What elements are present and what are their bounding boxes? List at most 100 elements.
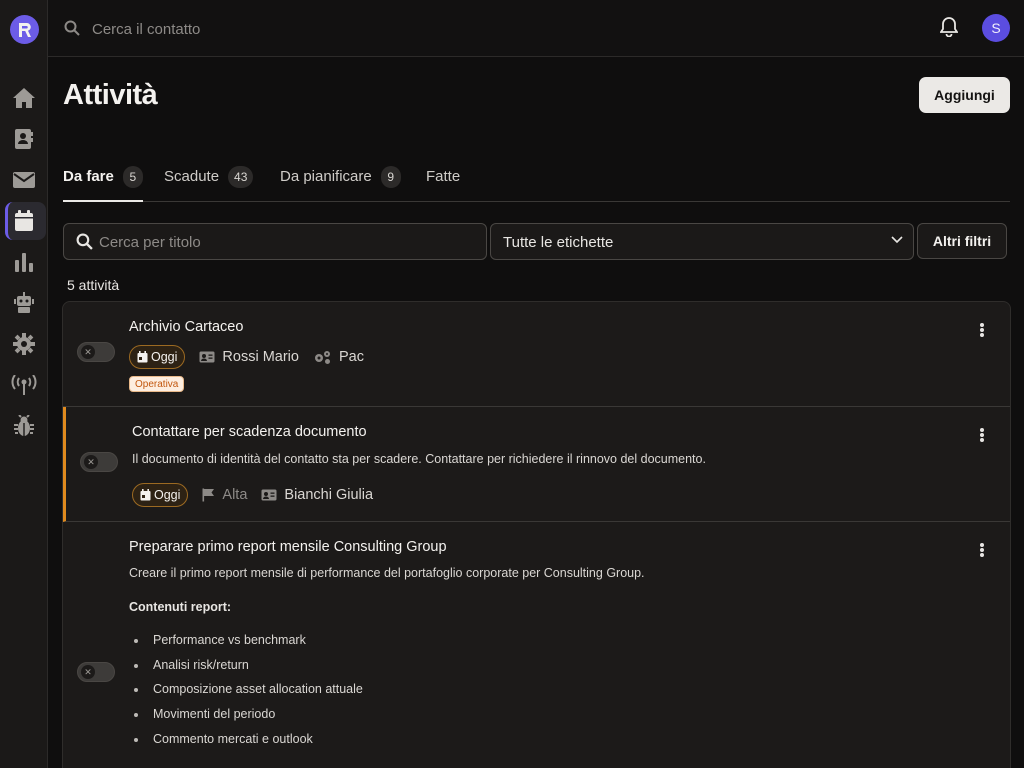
kebab-dot xyxy=(980,548,984,552)
sidebar-item-calendar[interactable] xyxy=(0,202,48,240)
contact-card-icon xyxy=(199,351,215,363)
kebab-dot xyxy=(980,433,984,437)
app-logo[interactable] xyxy=(10,15,39,44)
task-meta: Oggi Alta Bianchi Giulia xyxy=(132,483,373,507)
close-icon: ✕ xyxy=(81,345,95,359)
label-filter-select[interactable]: Tutte le etichette xyxy=(490,223,914,260)
task-complete-toggle[interactable]: ✕ xyxy=(77,342,115,362)
tab-count-badge: 5 xyxy=(122,166,143,188)
label-filter-value: Tutte le etichette xyxy=(503,234,614,251)
chevron-down-icon xyxy=(891,236,903,244)
close-icon: ✕ xyxy=(81,665,95,679)
sidebar-item-mail[interactable] xyxy=(0,161,48,199)
tab-scadute[interactable]: Scadute 43 xyxy=(164,161,254,202)
task-complete-toggle[interactable]: ✕ xyxy=(80,452,118,472)
tab-label: Scadute xyxy=(164,168,220,185)
topbar: S xyxy=(48,0,1024,57)
task-category: Pac xyxy=(313,349,364,365)
page-title: Attività xyxy=(63,79,158,111)
tab-label: Da fare xyxy=(63,168,114,185)
task-menu-button[interactable] xyxy=(977,426,987,444)
task-priority: Alta xyxy=(202,487,247,503)
task-meta: Oggi Rossi Mario Pac xyxy=(129,345,364,369)
sidebar-item-home[interactable] xyxy=(0,79,48,117)
calendar-icon xyxy=(140,489,151,501)
sidebar-item-settings[interactable] xyxy=(0,325,48,363)
kebab-dot xyxy=(980,428,984,432)
contact-name: Rossi Mario xyxy=(222,349,299,365)
list-item: Analisi risk/return xyxy=(129,658,363,683)
task-menu-button[interactable] xyxy=(977,541,987,559)
task-card[interactable]: ✕ Archivio Cartaceo Oggi Rossi Mario Pac xyxy=(63,302,1010,407)
tab-label: Da pianificare xyxy=(280,168,372,185)
task-menu-button[interactable] xyxy=(977,321,987,339)
report-items: Performance vs benchmark Analisi risk/re… xyxy=(129,633,363,756)
task-complete-toggle[interactable]: ✕ xyxy=(77,662,115,682)
sidebar xyxy=(0,0,48,768)
sidebar-item-automation[interactable] xyxy=(0,284,48,322)
kebab-dot xyxy=(980,438,984,442)
list-item: Composizione asset allocation attuale xyxy=(129,682,363,707)
task-description: Il documento di identità del contatto st… xyxy=(132,452,706,466)
task-description: Creare il primo report mensile di perfor… xyxy=(129,566,645,580)
bug-icon xyxy=(14,415,34,436)
tab-da-pianificare[interactable]: Da pianificare 9 xyxy=(280,161,401,202)
priority-label: Alta xyxy=(222,487,248,503)
tab-count-badge: 9 xyxy=(380,166,401,188)
tab-label: Fatte xyxy=(426,168,461,185)
home-icon xyxy=(13,88,35,108)
task-card[interactable]: ✕ Preparare primo report mensile Consult… xyxy=(63,522,1010,768)
add-button[interactable]: Aggiungi xyxy=(919,77,1010,113)
user-avatar[interactable]: S xyxy=(982,14,1010,42)
contact-name: Bianchi Giulia xyxy=(284,487,374,503)
contact-card-icon xyxy=(261,489,277,501)
mail-icon xyxy=(13,172,35,188)
category-label: Pac xyxy=(338,349,364,365)
due-date-label: Oggi xyxy=(151,350,178,364)
task-title: Contattare per scadenza documento xyxy=(132,424,367,440)
app-root: S Attività Aggiungi Da fare 5 Scadute 43… xyxy=(0,0,1024,768)
more-filters-button[interactable]: Altri filtri xyxy=(917,223,1007,259)
kebab-dot xyxy=(980,553,984,557)
gear-icon xyxy=(13,333,35,355)
due-date-chip: Oggi xyxy=(132,483,189,507)
due-date-chip: Oggi xyxy=(129,345,186,369)
task-list: ✕ Archivio Cartaceo Oggi Rossi Mario Pac xyxy=(62,301,1011,768)
search-icon xyxy=(64,20,80,36)
gears-icon xyxy=(314,350,330,364)
bell-icon[interactable] xyxy=(940,17,958,37)
calendar-icon xyxy=(15,210,33,231)
sidebar-item-analytics[interactable] xyxy=(0,243,48,281)
task-card[interactable]: ✕ Contattare per scadenza documento Il d… xyxy=(63,407,1010,522)
kebab-dot xyxy=(980,323,984,327)
logo-icon xyxy=(18,22,31,37)
address-book-icon xyxy=(15,129,33,149)
task-tag: Operativa xyxy=(129,376,185,392)
tab-count-badge: 43 xyxy=(228,166,254,188)
task-contact: Bianchi Giulia xyxy=(261,487,373,503)
bar-chart-icon xyxy=(15,253,33,272)
activity-count: 5 attività xyxy=(67,277,120,293)
report-section-heading: Contenuti report: xyxy=(129,600,232,614)
list-item: Movimenti del periodo xyxy=(129,707,363,732)
kebab-dot xyxy=(980,333,984,337)
search-icon xyxy=(76,233,93,250)
title-search-field[interactable] xyxy=(63,223,487,260)
sidebar-item-contacts[interactable] xyxy=(0,120,48,158)
sidebar-item-integrations[interactable] xyxy=(0,366,48,404)
list-item: Performance vs benchmark xyxy=(129,633,363,658)
close-icon: ✕ xyxy=(84,455,98,469)
kebab-dot xyxy=(980,543,984,547)
flag-icon xyxy=(202,488,215,502)
title-search-input[interactable] xyxy=(99,232,479,252)
sidebar-item-debug[interactable] xyxy=(0,407,48,445)
tab-da-fare[interactable]: Da fare 5 xyxy=(63,161,143,202)
tab-fatte[interactable]: Fatte xyxy=(426,161,460,202)
main-content: Attività Aggiungi Da fare 5 Scadute 43 D… xyxy=(48,57,1024,768)
robot-icon xyxy=(14,292,34,313)
kebab-dot xyxy=(980,328,984,332)
list-item: Commento mercati e outlook xyxy=(129,732,363,757)
contact-search-input[interactable] xyxy=(92,18,492,40)
tab-bar: Da fare 5 Scadute 43 Da pianificare 9 Fa… xyxy=(63,161,1010,202)
task-title: Preparare primo report mensile Consultin… xyxy=(129,539,447,555)
